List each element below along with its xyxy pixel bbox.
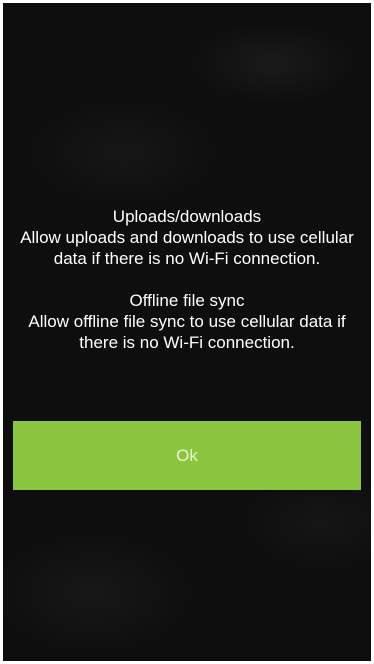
cellular-data-dialog: Uploads/downloads Allow uploads and down… [3, 3, 371, 661]
section-title: Uploads/downloads [112, 207, 262, 226]
section-body: Allow uploads and downloads to use cellu… [20, 228, 354, 268]
ok-button[interactable]: Ok [13, 421, 361, 490]
dialog-message: Uploads/downloads Allow uploads and down… [3, 206, 371, 353]
offline-file-sync-section: Offline file sync Allow offline file syn… [9, 290, 365, 353]
uploads-downloads-section: Uploads/downloads Allow uploads and down… [9, 206, 365, 269]
section-title: Offline file sync [129, 291, 245, 310]
section-body: Allow offline file sync to use cellular … [28, 312, 346, 352]
